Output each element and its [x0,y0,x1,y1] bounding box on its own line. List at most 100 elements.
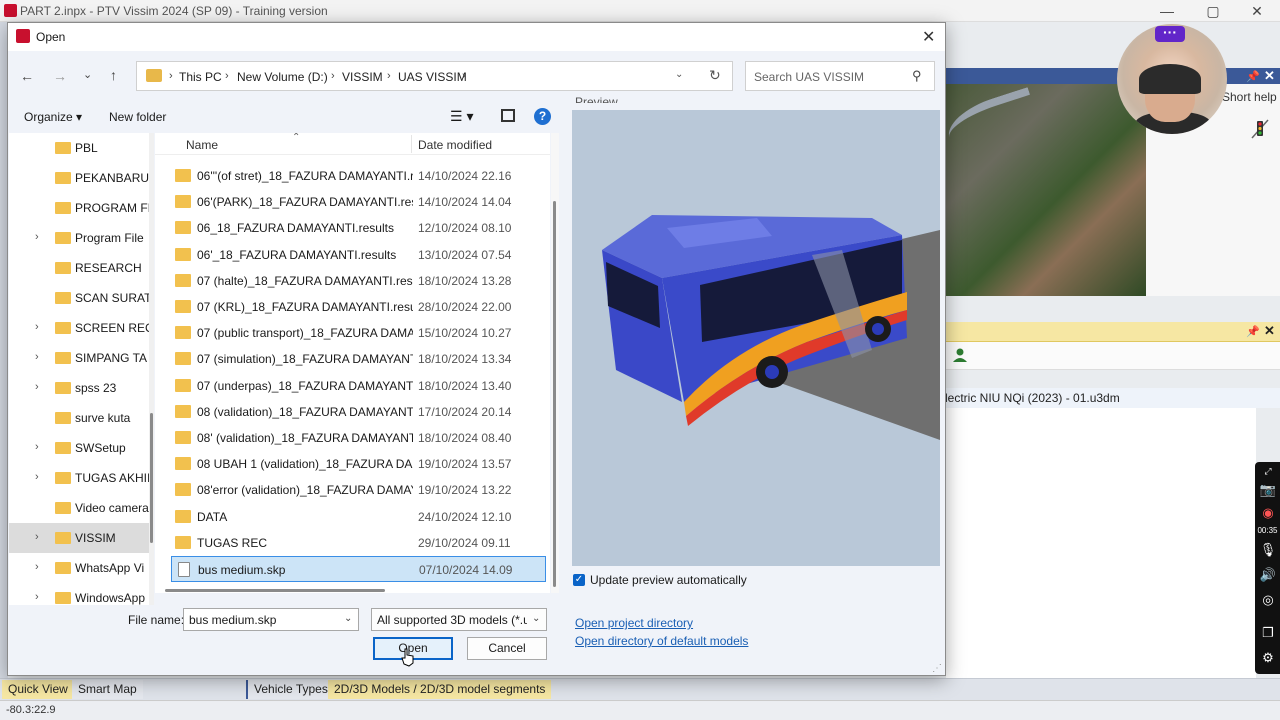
breadcrumb-uas-vissim[interactable]: UAS VISSIM [398,70,467,84]
folder-row[interactable]: DATA 24/10/2024 12.10 [171,504,546,530]
folder-row[interactable]: TUGAS REC 29/10/2024 09.11 [171,530,546,556]
nav-tree-item[interactable]: › SCREEN REC [9,313,149,343]
up-arrow-icon[interactable]: ↑ [110,67,117,83]
minimize-button[interactable]: — [1144,0,1190,22]
dialog-close-button[interactable]: ✕ [922,27,935,47]
open-project-directory-link[interactable]: Open project directory [575,616,693,630]
new-folder-button[interactable]: New folder [109,110,166,124]
maximize-button[interactable]: ▢ [1190,0,1236,22]
nav-tree-item[interactable]: › SWSetup [9,433,149,463]
nav-tree-item[interactable]: RESEARCH [9,253,149,283]
folder-row[interactable]: 08'error (validation)_18_FAZURA DAMAY...… [171,477,546,503]
model-preview[interactable] [572,110,940,566]
view-options-icon[interactable]: ☰ ▾ [450,108,473,125]
file-name-field[interactable]: bus medium.skp ⌄ [183,608,359,631]
camera-icon[interactable]: 📷 [1257,482,1279,500]
preview-pane-icon[interactable] [501,109,515,122]
folder-row[interactable]: 06'_18_FAZURA DAMAYANTI.results 13/10/202… [171,242,546,268]
expand-chevron-icon[interactable]: › [35,441,39,453]
expand-chevron-icon[interactable]: › [35,531,39,543]
folder-row[interactable]: 07 (underpas)_18_FAZURA DAMAYANTI.r... 18… [171,373,546,399]
nav-tree-item[interactable]: › spss 23 [9,373,149,403]
folder-row[interactable]: 07 (public transport)_18_FAZURA DAMAY...… [171,320,546,346]
file-type-filter-select[interactable]: All supported 3D models (*.u3d ⌄ [371,608,547,631]
address-history-chevron-icon[interactable]: ⌄ [675,69,683,80]
back-arrow-icon[interactable]: ← [20,68,34,84]
update-preview-label[interactable]: Update preview automatically [590,573,747,587]
folder-row[interactable]: 06_18_FAZURA DAMAYANTI.results 12/10/2024… [171,215,546,241]
window-icon[interactable]: ❐ [1257,625,1279,643]
close-panel-icon[interactable]: ✕ [1264,323,1275,339]
folder-row[interactable]: 06'(PARK)_18_FAZURA DAMAYANTI.results 14/… [171,189,546,215]
nav-tree-item[interactable]: SCAN SURAT [9,283,149,313]
speaker-icon[interactable]: 🔊 [1257,567,1279,585]
record-icon[interactable]: ◉ [1257,505,1279,523]
nav-tree-item[interactable]: › Program File [9,223,149,253]
folder-row[interactable]: 07 (KRL)_18_FAZURA DAMAYANTI.results 28/1… [171,294,546,320]
nav-tree-item[interactable]: surve kuta [9,403,149,433]
tab-quick-view[interactable]: Quick View [2,680,74,699]
microphone-icon[interactable]: 🎙 [1257,542,1279,560]
folder-row[interactable]: 08' (validation)_18_FAZURA DAMAYANTI....… [171,425,546,451]
update-preview-checkbox[interactable]: ✓ [573,574,585,586]
webcam-icon[interactable]: ◎ [1257,592,1279,610]
address-bar[interactable]: › This PC › New Volume (D:) › VISSIM › U… [136,61,733,91]
file-list[interactable]: ⌃ Name Date modified 06'''(of stret)_18_… [155,133,550,593]
nav-tree-item[interactable]: › VISSIM [9,523,149,553]
close-app-button[interactable]: ✕ [1234,0,1280,22]
column-name[interactable]: Name [186,138,218,152]
nav-tree-item[interactable]: Video camera [9,493,149,523]
expand-chevron-icon[interactable]: › [35,381,39,393]
expand-chevron-icon[interactable]: › [35,321,39,333]
folder-row[interactable]: 07 (simulation)_18_FAZURA DAMAYANTI.... 1… [171,346,546,372]
nav-tree-item[interactable]: › WhatsApp Vi [9,553,149,583]
file-list-scroll-thumb[interactable] [553,201,556,587]
refresh-icon[interactable]: ↻ [709,67,721,84]
expand-chevron-icon[interactable]: › [35,471,39,483]
tab-2d3d-models[interactable]: 2D/3D Models / 2D/3D model segments [328,680,552,699]
recent-locations-chevron-icon[interactable]: ⌄ [83,68,92,81]
pin-icon[interactable]: 📌 [1246,70,1260,83]
expand-chevron-icon[interactable]: › [35,231,39,243]
nav-tree-item[interactable]: › TUGAS AKHII [9,463,149,493]
file-row[interactable]: bus medium.skp 07/10/2024 14.09 [171,556,546,582]
tab-vehicle-types[interactable]: Vehicle Types [246,680,334,699]
cancel-button[interactable]: Cancel [467,637,547,660]
navigation-tree[interactable]: PBL PEKANBARU PROGRAM FI › Program File RESEA… [9,133,149,605]
folder-row[interactable]: 06'''(of stret)_18_FAZURA DAMAYANTI.re..… [171,163,546,189]
nav-tree-item[interactable]: PBL [9,133,149,163]
folder-row[interactable]: 08 (validation)_18_FAZURA DAMAYANTI.r...… [171,399,546,425]
folder-row[interactable]: 08 UBAH 1 (validation)_18_FAZURA DAM... 1… [171,451,546,477]
settings-gear-icon[interactable]: ⚙ [1257,650,1279,668]
organize-menu-button[interactable]: Organize ▾ [24,110,82,124]
tab-smart-map[interactable]: Smart Map [72,680,143,699]
open-default-models-link[interactable]: Open directory of default models [575,634,748,648]
pin-icon[interactable]: 📌 [1246,325,1260,338]
close-panel-icon[interactable]: ✕ [1264,68,1275,84]
help-icon[interactable]: ? [534,108,551,125]
resize-grip-icon[interactable]: ⋰ [932,663,942,674]
user-add-icon[interactable] [952,347,968,363]
chevron-down-icon[interactable]: ⌄ [344,613,352,624]
nav-tree-item[interactable]: › SIMPANG TA [9,343,149,373]
webcam-more-icon[interactable]: ··· [1155,25,1185,42]
file-list-horizontal-scroll-thumb[interactable] [165,589,385,592]
expand-chevron-icon[interactable]: › [35,561,39,573]
column-divider[interactable] [411,135,412,153]
forward-arrow-icon[interactable]: → [53,68,67,84]
breadcrumb-new-volume[interactable]: New Volume (D:) [237,70,328,84]
breadcrumb-this-pc[interactable]: This PC [179,70,222,84]
chevron-down-icon[interactable]: ⌄ [532,613,540,624]
expand-chevron-icon[interactable]: › [35,351,39,363]
search-input[interactable]: Search UAS VISSIM ⚲ [745,61,935,91]
folder-row[interactable]: 07 (halte)_18_FAZURA DAMAYANTI.results 18… [171,268,546,294]
nav-tree-item[interactable]: › WindowsApp [9,583,149,605]
expand-chevron-icon[interactable]: › [35,591,39,603]
nav-tree-item[interactable]: PEKANBARU [9,163,149,193]
nav-tree-item[interactable]: PROGRAM FI [9,193,149,223]
column-date-modified[interactable]: Date modified [418,138,492,152]
breadcrumb-vissim[interactable]: VISSIM [342,70,383,84]
search-icon[interactable]: ⚲ [912,68,922,84]
traffic-light-icon[interactable] [1250,118,1270,140]
nav-tree-scroll-thumb[interactable] [150,413,153,543]
